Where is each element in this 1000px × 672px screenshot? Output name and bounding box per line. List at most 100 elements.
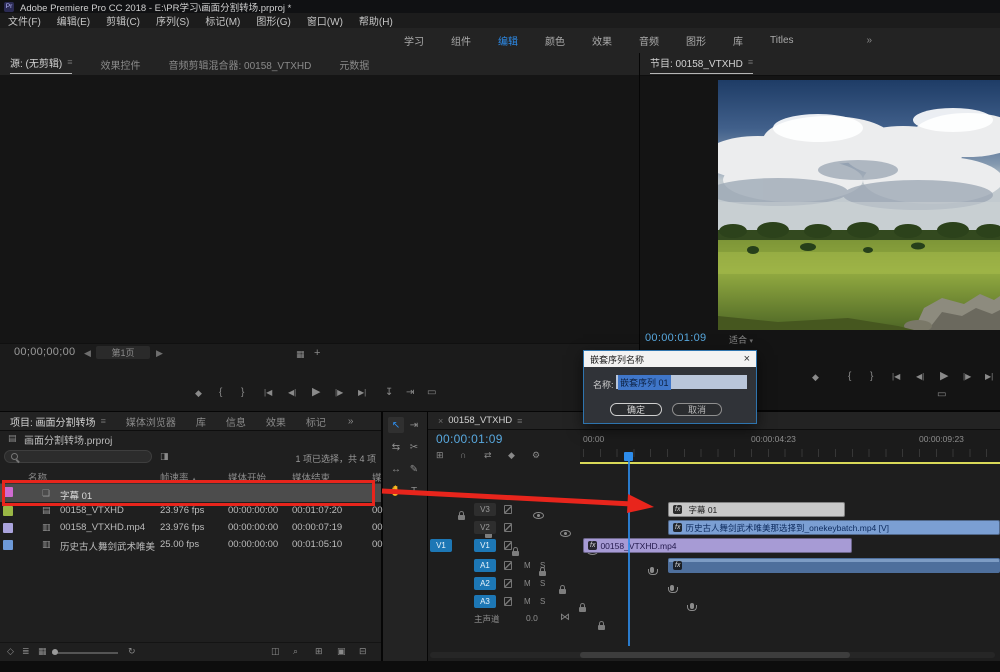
a3-sync-lock-icon[interactable] [504, 597, 512, 606]
v1-lock-icon[interactable] [512, 551, 519, 556]
a3-voiceover-icon[interactable] [690, 603, 694, 609]
table-row-video1[interactable]: ▥ 00158_VTXHD.mp4 23.976 fps 00:00:00:00… [0, 520, 381, 536]
a1-lock-icon[interactable] [539, 571, 546, 576]
tab-markers[interactable]: 标记 [306, 414, 326, 429]
dialog-title-bar[interactable]: 嵌套序列名称 × [584, 351, 756, 367]
source-overwrite-icon[interactable]: ⇥ [406, 388, 414, 398]
a3-lock-icon[interactable] [579, 607, 586, 612]
workspace-tab-effects[interactable]: 效果 [592, 33, 612, 48]
icon-view-icon[interactable]: ▦ [38, 647, 47, 656]
v3-lock-icon[interactable] [458, 515, 465, 520]
close-icon[interactable]: × [744, 354, 750, 365]
clip-subtitle[interactable]: fx 字幕 01 [668, 502, 845, 517]
new-bin-icon[interactable]: ⊞ [315, 647, 323, 656]
project-home-icon[interactable]: ▤ [8, 434, 17, 443]
workspace-tab-assembly[interactable]: 组件 [451, 33, 471, 48]
timeline-ruler[interactable]: 00:00 00:00:04:23 00:00:09:23 [580, 430, 1000, 462]
panel-overflow-icon[interactable]: » [348, 416, 354, 427]
work-area-bar[interactable] [580, 462, 1000, 464]
v1-sync-lock-icon[interactable] [504, 541, 512, 550]
a1-solo-button[interactable]: S [540, 562, 545, 570]
nest-toggle-icon[interactable]: ⊞ [436, 451, 444, 460]
program-mark-in-icon[interactable]: { [848, 372, 851, 382]
a1-voiceover-icon[interactable] [650, 567, 654, 573]
find-icon[interactable]: ⌕ [293, 647, 298, 656]
a1-mute-button[interactable]: M [524, 562, 531, 570]
slip-tool[interactable]: ↔ [388, 461, 404, 477]
a2-voiceover-icon[interactable] [670, 585, 674, 591]
panel-menu-icon[interactable]: ≡ [748, 57, 753, 67]
tab-source[interactable]: 源: (无剪辑) ≡ [10, 55, 72, 74]
v1-source-patch[interactable]: V1 [430, 539, 452, 552]
v3-target[interactable]: V3 [474, 503, 496, 516]
program-step-forward-icon[interactable]: |▶ [963, 373, 971, 381]
snap-icon[interactable]: ∩ [460, 451, 466, 460]
program-play-icon[interactable]: ▶ [940, 371, 948, 382]
list-view-icon[interactable]: ≣ [22, 647, 30, 656]
program-export-frame-icon[interactable]: ▭ [937, 390, 946, 400]
workspace-tab-libraries[interactable]: 库 [733, 33, 743, 48]
source-go-to-in-icon[interactable]: |◀ [264, 389, 272, 397]
pen-tool[interactable]: ✎ [406, 461, 422, 477]
page-prev-icon[interactable]: ◀ [84, 349, 91, 358]
a2-sync-lock-icon[interactable] [504, 579, 512, 588]
a1-target[interactable]: A1 [474, 559, 496, 572]
a2-mute-button[interactable]: M [524, 580, 531, 588]
a3-solo-button[interactable]: S [540, 598, 545, 606]
track-select-tool[interactable]: ⇥ [406, 417, 422, 433]
a3-target[interactable]: A3 [474, 595, 496, 608]
label-chip[interactable] [3, 506, 13, 516]
tab-effects[interactable]: 效果 [266, 414, 286, 429]
menu-clip[interactable]: 剪辑(C) [106, 13, 140, 28]
a1-sync-lock-icon[interactable] [504, 561, 512, 570]
a2-target[interactable]: A2 [474, 577, 496, 590]
delete-icon[interactable]: ⊟ [359, 647, 367, 656]
menu-marker[interactable]: 标记(M) [205, 13, 240, 28]
program-mark-out-icon[interactable]: } [870, 372, 873, 382]
clip-video-bottom[interactable]: fx 00158_VTXHD.mp4 [583, 538, 852, 553]
tab-project[interactable]: 项目: 画面分割转场 ≡ [10, 414, 106, 429]
master-lock-icon[interactable] [598, 625, 605, 630]
program-go-to-in-icon[interactable]: |◀ [892, 373, 900, 381]
a2-lock-icon[interactable] [559, 589, 566, 594]
readonly-icon[interactable]: ◇ [7, 647, 14, 656]
v2-target[interactable]: V2 [474, 521, 496, 534]
panel-menu-icon[interactable]: ≡ [517, 416, 522, 426]
dialog-name-input[interactable]: 嵌套序列 01 [616, 375, 747, 389]
new-item-icon[interactable]: ▣ [337, 647, 346, 656]
source-timecode[interactable]: 00;00;00;00 [14, 346, 75, 358]
source-export-frame-icon[interactable]: ▭ [427, 388, 436, 398]
razor-tool[interactable]: ✂ [406, 439, 422, 455]
playhead-line[interactable] [628, 460, 630, 646]
cancel-button[interactable]: 取消 [672, 403, 722, 416]
v3-sync-lock-icon[interactable] [504, 505, 512, 514]
source-settings-icon[interactable]: ▦ [296, 350, 305, 359]
source-step-back-icon[interactable]: ◀| [288, 389, 296, 397]
tab-close-icon[interactable]: × [438, 416, 443, 426]
ok-button[interactable]: 确定 [610, 403, 662, 416]
menu-file[interactable]: 文件(F) [8, 13, 41, 28]
tab-info[interactable]: 信息 [226, 414, 246, 429]
menu-help[interactable]: 帮助(H) [359, 13, 393, 28]
master-level-value[interactable]: 0.0 [526, 613, 538, 623]
program-zoom-select[interactable]: 适合 ▾ [729, 333, 753, 346]
project-file-name[interactable]: 画面分割转场.prproj [24, 432, 112, 447]
workspace-tab-titles[interactable]: Titles [770, 35, 794, 46]
program-add-marker-icon[interactable]: ◆ [812, 373, 819, 382]
linked-selection-icon[interactable]: ⇄ [484, 451, 492, 460]
clip-video-top[interactable]: fx 历史古人舞剑武术唯美那选择到_onekeybatch.mp4 [V] [668, 520, 1000, 535]
v1-target[interactable]: V1 [474, 539, 496, 552]
hand-tool[interactable]: ✋ [388, 483, 404, 499]
timeline-timecode[interactable]: 00:00:01:09 [436, 432, 503, 446]
source-insert-icon[interactable]: ↧ [385, 388, 393, 398]
menu-graphics[interactable]: 图形(G) [256, 13, 290, 28]
program-timecode[interactable]: 00:00:01:09 [645, 332, 706, 344]
type-tool[interactable]: T [406, 483, 422, 499]
label-chip[interactable] [3, 523, 13, 533]
tab-libraries[interactable]: 库 [196, 414, 206, 429]
a3-mute-button[interactable]: M [524, 598, 531, 606]
workspace-tab-learning[interactable]: 学习 [404, 33, 424, 48]
label-chip[interactable] [3, 540, 13, 550]
table-row-video2[interactable]: ▥ 历史古人舞剑武术唯美 25.00 fps 00:00:00:00 00:01… [0, 537, 381, 553]
a2-solo-button[interactable]: S [540, 580, 545, 588]
